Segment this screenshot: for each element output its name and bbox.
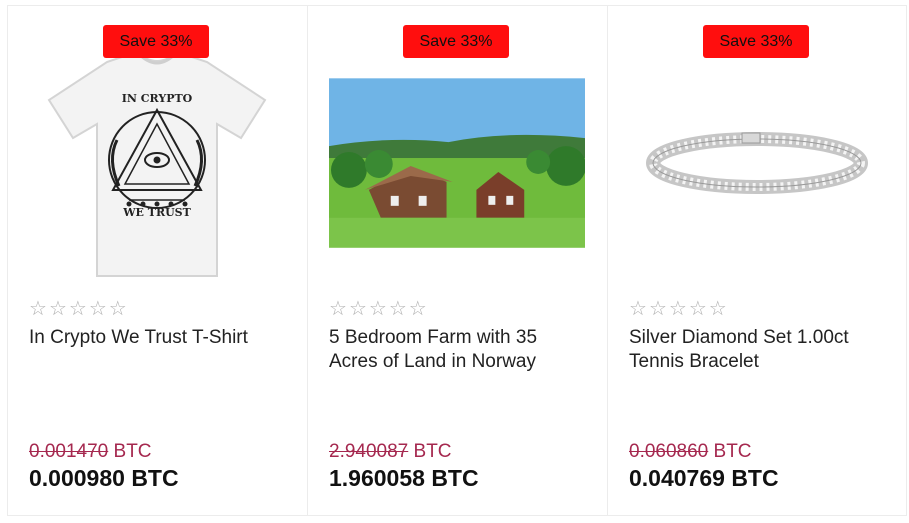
old-price-currency: BTC: [413, 441, 452, 462]
product-card[interactable]: Save 33% ☆ ☆ ☆ ☆ ☆ 5 Bedroom Farm with 3…: [307, 6, 607, 515]
tennis-bracelet-image: [646, 132, 868, 194]
discount-badge: Save 33%: [403, 25, 509, 58]
old-price-value: 0.060860: [629, 441, 709, 462]
star-empty-icon: ☆: [708, 298, 727, 320]
discount-badge: Save 33%: [103, 25, 209, 58]
product-grid: IN CRYPTO WE TRUST Save 33% ☆ ☆ ☆ ☆ ☆ In…: [7, 5, 907, 516]
star-empty-icon: ☆: [388, 298, 407, 320]
star-empty-icon: ☆: [48, 298, 67, 320]
star-empty-icon: ☆: [688, 298, 707, 320]
current-price: 1.960058 BTC: [329, 465, 479, 491]
star-empty-icon: ☆: [29, 298, 47, 320]
product-title[interactable]: Silver Diamond Set 1.00ct Tennis Bracele…: [629, 326, 889, 374]
star-empty-icon: ☆: [68, 298, 87, 320]
star-empty-icon: ☆: [668, 298, 687, 320]
star-empty-icon: ☆: [348, 298, 367, 320]
current-price: 0.000980 BTC: [29, 465, 179, 491]
old-price: 0.060860 BTC: [629, 441, 752, 463]
star-empty-icon: ☆: [329, 298, 347, 320]
old-price-value: 0.001470: [29, 441, 109, 462]
product-card[interactable]: Save 33% ☆ ☆ ☆ ☆ ☆ Silver Diamond Set 1.…: [607, 6, 907, 515]
product-card[interactable]: IN CRYPTO WE TRUST Save 33% ☆ ☆ ☆ ☆ ☆ In…: [7, 6, 307, 515]
current-price: 0.040769 BTC: [629, 465, 779, 491]
old-price: 0.001470 BTC: [29, 441, 152, 463]
discount-badge: Save 33%: [703, 25, 809, 58]
star-empty-icon: ☆: [629, 298, 647, 320]
old-price-currency: BTC: [113, 441, 152, 462]
old-price-value: 2.940087: [329, 441, 409, 462]
star-empty-icon: ☆: [408, 298, 427, 320]
old-price-currency: BTC: [713, 441, 752, 462]
product-image[interactable]: [629, 40, 885, 286]
product-title[interactable]: 5 Bedroom Farm with 35 Acres of Land in …: [329, 326, 589, 374]
rating-stars: ☆ ☆ ☆ ☆ ☆: [329, 299, 427, 319]
star-empty-icon: ☆: [108, 298, 127, 320]
star-empty-icon: ☆: [648, 298, 667, 320]
norway-farm-image: [329, 78, 585, 248]
rating-stars: ☆ ☆ ☆ ☆ ☆: [29, 299, 127, 319]
star-empty-icon: ☆: [88, 298, 107, 320]
svg-text:IN CRYPTO: IN CRYPTO: [122, 92, 193, 105]
old-price: 2.940087 BTC: [329, 441, 452, 463]
star-empty-icon: ☆: [368, 298, 387, 320]
product-title[interactable]: In Crypto We Trust T-Shirt: [29, 326, 289, 350]
crypto-tshirt-image: IN CRYPTO WE TRUST: [47, 50, 267, 277]
product-image[interactable]: IN CRYPTO WE TRUST: [29, 40, 285, 286]
svg-text:WE TRUST: WE TRUST: [122, 206, 191, 219]
product-image[interactable]: [329, 40, 585, 286]
rating-stars: ☆ ☆ ☆ ☆ ☆: [629, 299, 727, 319]
